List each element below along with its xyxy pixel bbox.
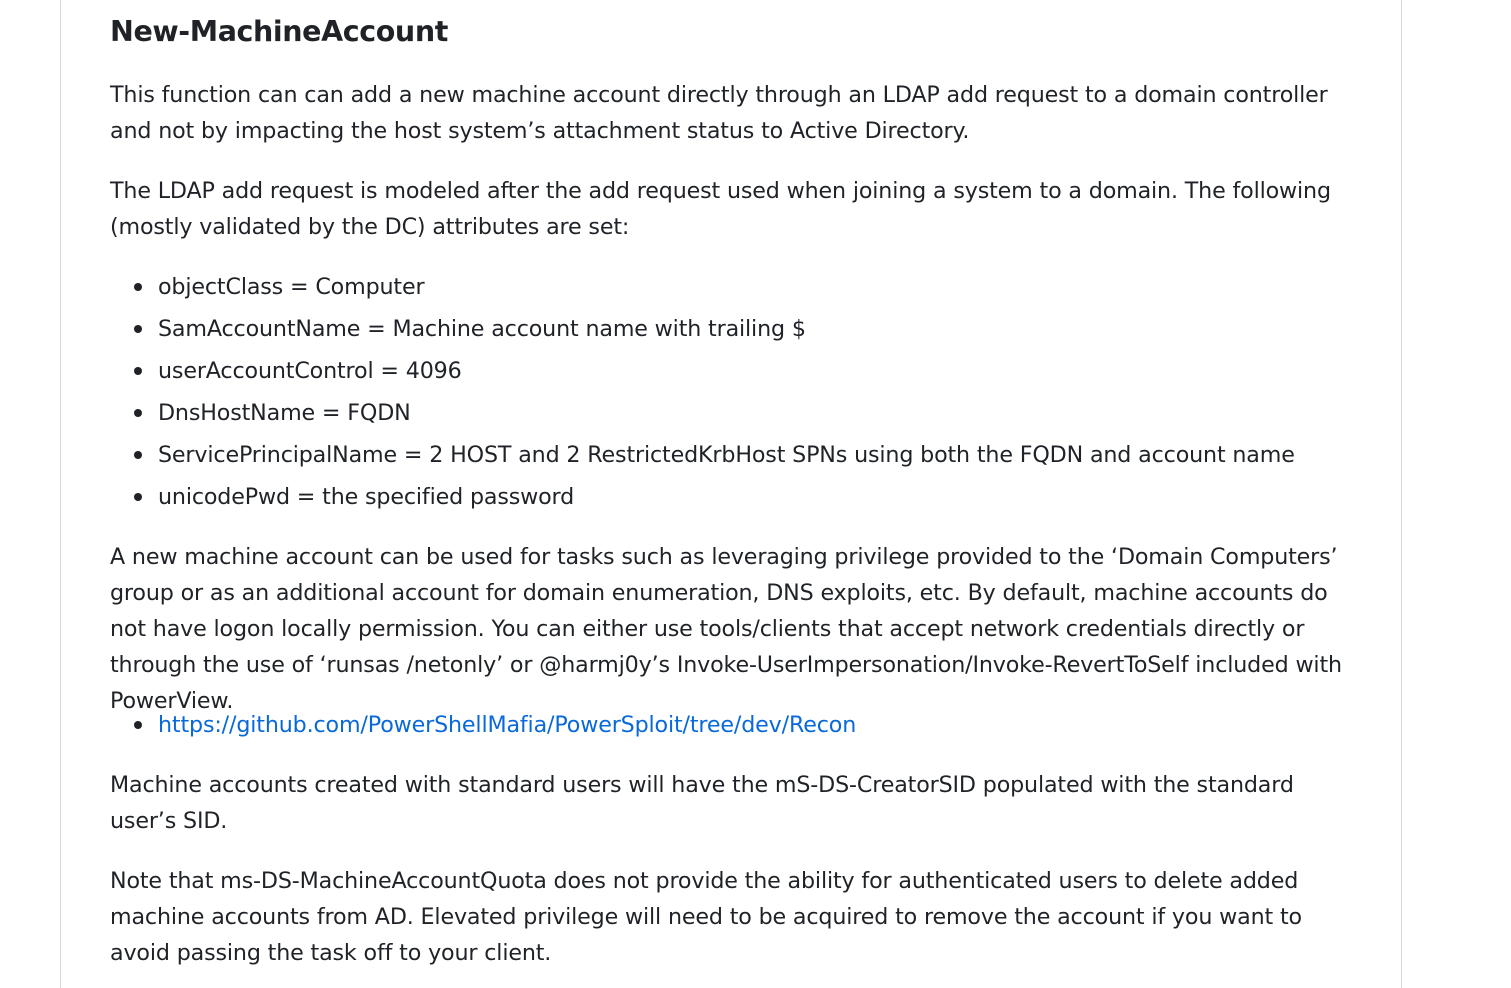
note-paragraph: Note that ms-DS-MachineAccountQuota does…	[110, 868, 1302, 966]
list-item: SamAccountName = Machine account name wi…	[134, 308, 1295, 350]
list-item: userAccountControl = 4096	[134, 350, 1295, 392]
list-item: objectClass = Computer	[134, 266, 1295, 308]
readme-container: New-MachineAccount This function can can…	[60, 0, 1402, 988]
attributes-list: objectClass = Computer SamAccountName = …	[110, 266, 1295, 518]
list-item: https://github.com/PowerShellMafia/Power…	[133, 704, 856, 746]
ldap-paragraph: The LDAP add request is modeled after th…	[110, 178, 1331, 240]
intro-paragraph: This function can can add a new machine …	[110, 82, 1328, 144]
creator-sid-paragraph: Machine accounts created with standard u…	[110, 772, 1294, 834]
links-list: https://github.com/PowerShellMafia/Power…	[110, 704, 856, 746]
list-item: DnsHostName = FQDN	[134, 392, 1295, 434]
section-heading: New-MachineAccount	[110, 15, 448, 48]
usage-paragraph: A new machine account can be used for ta…	[110, 544, 1342, 714]
list-item: unicodePwd = the specified password	[134, 476, 1295, 518]
list-item: ServicePrincipalName = 2 HOST and 2 Rest…	[134, 434, 1295, 476]
powersploit-recon-link[interactable]: https://github.com/PowerShellMafia/Power…	[158, 712, 856, 738]
